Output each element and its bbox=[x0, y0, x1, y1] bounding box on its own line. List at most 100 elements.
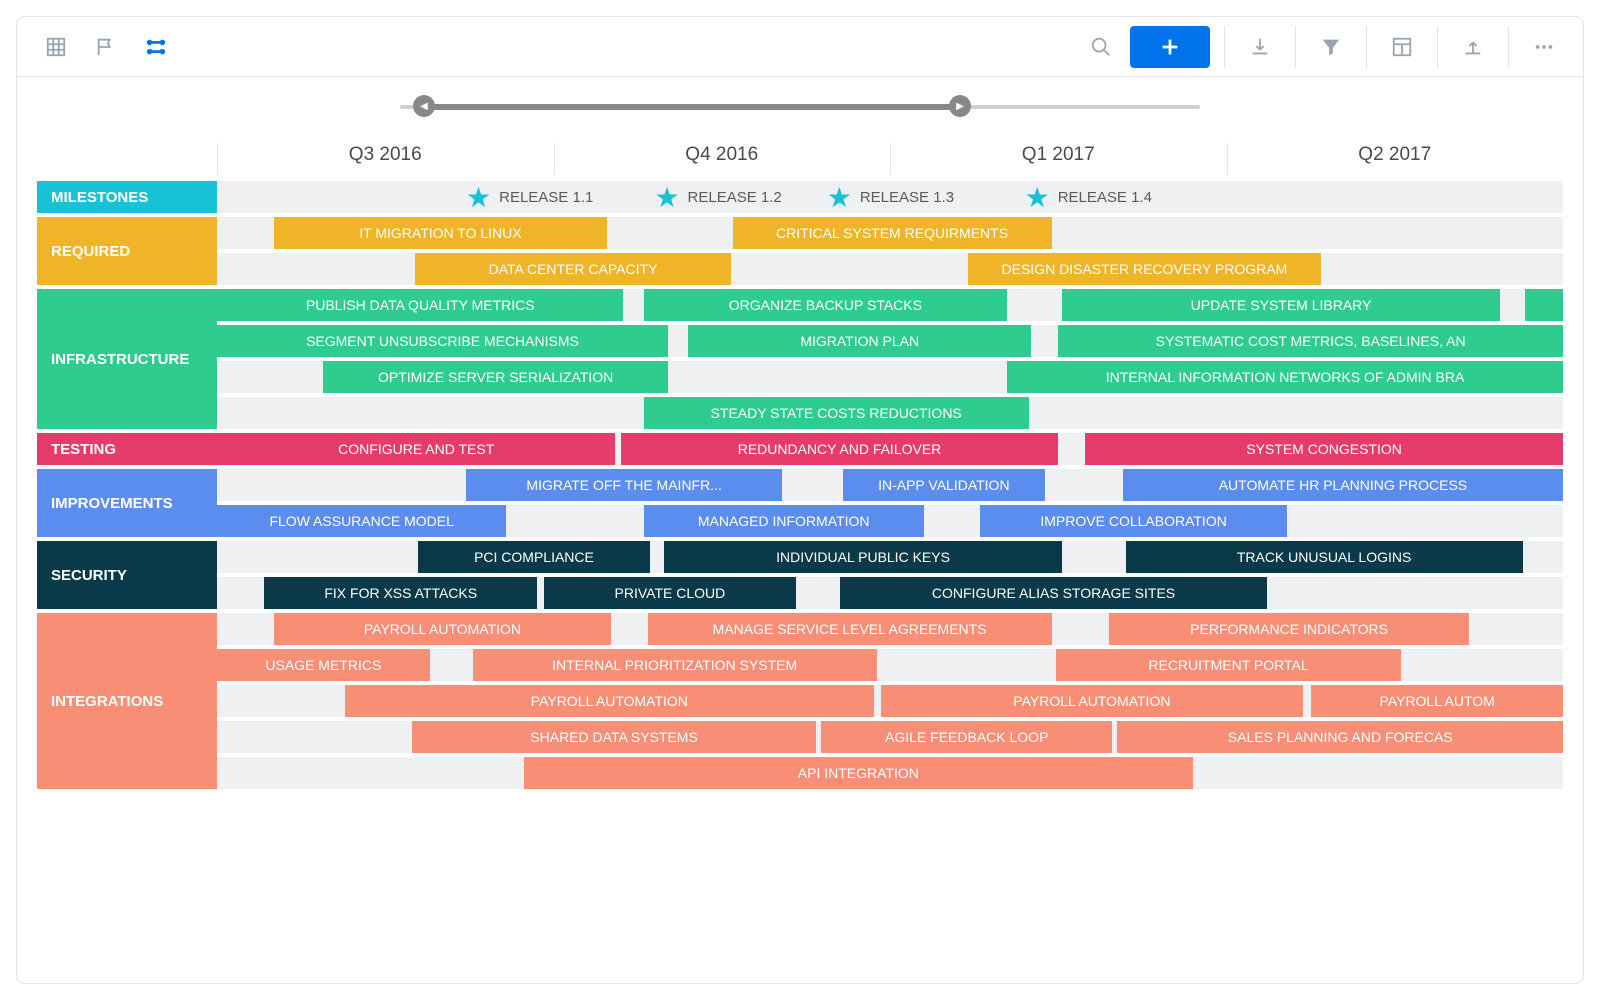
lane-security: SECURITY PCI COMPLIANCE INDIVIDUAL PUBLIC … bbox=[37, 541, 1563, 609]
download-icon[interactable] bbox=[1239, 26, 1281, 68]
lane-row: DATA CENTER CAPACITY DESIGN DISASTER RECO… bbox=[217, 253, 1563, 285]
milestone[interactable]: ★ RELEASE 1.4 bbox=[1025, 181, 1152, 213]
slider-handle-left[interactable]: ◀ bbox=[413, 95, 435, 117]
lane-improvements: IMPROVEMENTSMIGRATE OFF THE MAINFR...IN-… bbox=[37, 469, 1563, 537]
task-bar[interactable]: CONFIGURE AND TEST bbox=[217, 433, 615, 465]
task-bar[interactable]: SALES PLANNING AND FORECAS bbox=[1117, 721, 1563, 753]
task-bar[interactable] bbox=[1525, 289, 1563, 321]
lane-body: ★RELEASE 1.1★RELEASE 1.2★RELEASE 1.3★REL… bbox=[217, 181, 1563, 213]
lane-row: ★RELEASE 1.1★RELEASE 1.2★RELEASE 1.3★REL… bbox=[217, 181, 1563, 213]
quarter-label: Q2 2017 bbox=[1227, 133, 1564, 177]
quarter-label: Q4 2016 bbox=[554, 133, 891, 177]
quarter-label: Q3 2016 bbox=[217, 133, 554, 177]
task-bar[interactable]: USAGE METRICS bbox=[217, 649, 430, 681]
task-bar[interactable]: TRACK UNUSUAL LOGINS bbox=[1126, 541, 1523, 573]
upload-icon[interactable] bbox=[1452, 26, 1494, 68]
task-bar[interactable]: ORGANIZE BACKUP STACKS bbox=[644, 289, 1007, 321]
task-bar[interactable]: UPDATE SYSTEM LIBRARY bbox=[1062, 289, 1499, 321]
toolbar bbox=[17, 17, 1583, 77]
zoom-slider-zone: ◀ ▶ bbox=[17, 77, 1583, 125]
task-bar[interactable]: REDUNDANCY AND FAILOVER bbox=[621, 433, 1058, 465]
task-bar[interactable]: FLOW ASSURANCE MODEL bbox=[217, 505, 506, 537]
task-bar[interactable]: SYSTEM CONGESTION bbox=[1085, 433, 1563, 465]
lane-body: PAYROLL AUTOMATION MANAGE SERVICE LEVEL A… bbox=[217, 613, 1563, 789]
task-bar[interactable]: IT MIGRATION TO LINUX bbox=[274, 217, 608, 249]
task-bar[interactable]: API INTEGRATION bbox=[524, 757, 1193, 789]
lane-row: IT MIGRATION TO LINUX CRITICAL SYSTEM REQ… bbox=[217, 217, 1563, 249]
task-bar[interactable]: AUTOMATE HR PLANNING PROCESS bbox=[1123, 469, 1563, 501]
lane-label: MILESTONES bbox=[37, 181, 217, 213]
filter-icon[interactable] bbox=[1310, 26, 1352, 68]
lane-testing: TESTINGCONFIGURE AND TESTREDUNDANCY AND … bbox=[37, 433, 1563, 465]
slider-handle-right[interactable]: ▶ bbox=[949, 95, 971, 117]
milestone-label: RELEASE 1.4 bbox=[1058, 189, 1152, 206]
task-bar[interactable]: MIGRATE OFF THE MAINFR... bbox=[466, 469, 782, 501]
lane-body: MIGRATE OFF THE MAINFR... IN-APP VALIDATI… bbox=[217, 469, 1563, 537]
gantt-chart: Q3 2016Q4 2016Q1 2017Q2 2017 MILESTONES ★… bbox=[17, 125, 1583, 983]
lane-row: PCI COMPLIANCE INDIVIDUAL PUBLIC KEYS TRAC… bbox=[217, 541, 1563, 573]
milestone-label: RELEASE 1.1 bbox=[499, 189, 593, 206]
table-view-icon[interactable] bbox=[35, 26, 77, 68]
task-bar[interactable]: IMPROVE COLLABORATION bbox=[980, 505, 1287, 537]
task-bar[interactable]: SHARED DATA SYSTEMS bbox=[412, 721, 816, 753]
zoom-slider[interactable]: ◀ ▶ bbox=[400, 102, 1200, 112]
slider-fill bbox=[424, 104, 960, 110]
lane-label: SECURITY bbox=[37, 541, 217, 609]
task-bar[interactable]: AGILE FEEDBACK LOOP bbox=[821, 721, 1112, 753]
lane-row: API INTEGRATION bbox=[217, 757, 1563, 789]
task-bar[interactable]: PAYROLL AUTOMATION bbox=[345, 685, 874, 717]
task-bar[interactable]: STEADY STATE COSTS REDUCTIONS bbox=[644, 397, 1029, 429]
lane-row: STEADY STATE COSTS REDUCTIONS bbox=[217, 397, 1563, 429]
task-bar[interactable]: CONFIGURE ALIAS STORAGE SITES bbox=[840, 577, 1267, 609]
task-bar[interactable]: INTERNAL INFORMATION NETWORKS OF ADMIN B… bbox=[1007, 361, 1563, 393]
lane-row: FIX FOR XSS ATTACKSPRIVATE CLOUD CONFIGUR… bbox=[217, 577, 1563, 609]
lane-row: USAGE METRICS INTERNAL PRIORITIZATION SYS… bbox=[217, 649, 1563, 681]
search-icon[interactable] bbox=[1080, 26, 1122, 68]
star-icon: ★ bbox=[1025, 181, 1050, 214]
lane-label: REQUIRED bbox=[37, 217, 217, 285]
task-bar[interactable]: MANAGE SERVICE LEVEL AGREEMENTS bbox=[648, 613, 1052, 645]
milestone[interactable]: ★ RELEASE 1.3 bbox=[827, 181, 954, 213]
lane-row: SEGMENT UNSUBSCRIBE MECHANISMS MIGRATION … bbox=[217, 325, 1563, 357]
task-bar[interactable]: PAYROLL AUTOMATION bbox=[881, 685, 1304, 717]
lane-body: PUBLISH DATA QUALITY METRICS ORGANIZE BAC… bbox=[217, 289, 1563, 429]
task-bar[interactable]: FIX FOR XSS ATTACKS bbox=[264, 577, 537, 609]
task-bar[interactable]: DESIGN DISASTER RECOVERY PROGRAM bbox=[968, 253, 1321, 285]
task-bar[interactable]: PCI COMPLIANCE bbox=[418, 541, 651, 573]
milestone[interactable]: ★RELEASE 1.2 bbox=[654, 181, 781, 213]
task-bar[interactable]: PRIVATE CLOUD bbox=[544, 577, 796, 609]
task-bar[interactable]: MIGRATION PLAN bbox=[688, 325, 1031, 357]
task-bar[interactable]: PAYROLL AUTOMATION bbox=[274, 613, 612, 645]
milestone-label: RELEASE 1.2 bbox=[688, 189, 782, 206]
layout-icon[interactable] bbox=[1381, 26, 1423, 68]
task-bar[interactable]: SEGMENT UNSUBSCRIBE MECHANISMS bbox=[217, 325, 668, 357]
lane-required: REQUIRED IT MIGRATION TO LINUX CRITICAL SY… bbox=[37, 217, 1563, 285]
task-bar[interactable]: INDIVIDUAL PUBLIC KEYS bbox=[664, 541, 1062, 573]
task-bar[interactable]: OPTIMIZE SERVER SERIALIZATION bbox=[323, 361, 668, 393]
task-bar[interactable]: PAYROLL AUTOM bbox=[1311, 685, 1563, 717]
task-bar[interactable]: PUBLISH DATA QUALITY METRICS bbox=[217, 289, 623, 321]
task-bar[interactable]: MANAGED INFORMATION bbox=[644, 505, 924, 537]
milestone-label: RELEASE 1.3 bbox=[860, 189, 954, 206]
more-icon[interactable] bbox=[1523, 26, 1565, 68]
lane-body: IT MIGRATION TO LINUX CRITICAL SYSTEM REQ… bbox=[217, 217, 1563, 285]
task-bar[interactable]: DATA CENTER CAPACITY bbox=[415, 253, 731, 285]
task-bar[interactable]: CRITICAL SYSTEM REQUIRMENTS bbox=[733, 217, 1052, 249]
lane-label: TESTING bbox=[37, 433, 217, 465]
lane-body: CONFIGURE AND TESTREDUNDANCY AND FAILOVE… bbox=[217, 433, 1563, 465]
lane-label: INFRASTRUCTURE bbox=[37, 289, 217, 429]
milestone[interactable]: ★RELEASE 1.1 bbox=[466, 181, 593, 213]
task-bar[interactable]: PERFORMANCE INDICATORS bbox=[1109, 613, 1468, 645]
lane-row: CONFIGURE AND TESTREDUNDANCY AND FAILOVE… bbox=[217, 433, 1563, 465]
flag-view-icon[interactable] bbox=[85, 26, 127, 68]
roadmap-panel: ◀ ▶ Q3 2016Q4 2016Q1 2017Q2 2017 MILESTO… bbox=[16, 16, 1584, 984]
lane-label: INTEGRATIONS bbox=[37, 613, 217, 789]
task-bar[interactable]: IN-APP VALIDATION bbox=[843, 469, 1045, 501]
star-icon: ★ bbox=[827, 181, 852, 214]
quarter-label: Q1 2017 bbox=[890, 133, 1227, 177]
task-bar[interactable]: RECRUITMENT PORTAL bbox=[1056, 649, 1402, 681]
add-button[interactable] bbox=[1130, 26, 1210, 68]
task-bar[interactable]: SYSTEMATIC COST METRICS, BASELINES, AN bbox=[1058, 325, 1563, 357]
task-bar[interactable]: INTERNAL PRIORITIZATION SYSTEM bbox=[473, 649, 877, 681]
timeline-view-icon[interactable] bbox=[135, 26, 177, 68]
